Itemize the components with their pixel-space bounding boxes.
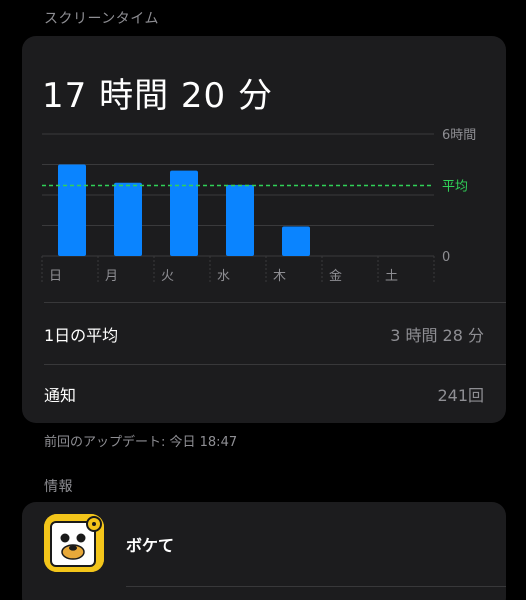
x-tick-label: 木 [273, 269, 286, 284]
screen-time-card[interactable]: 17 時間 20 分 日月火水木金土 6時間 0 平均 1日の平均 3 時間 28 分… [22, 36, 506, 423]
app-list-card: ボケて [22, 502, 506, 600]
bar-月[interactable] [114, 182, 142, 256]
weekly-usage-chart[interactable]: 日 月 火 水 木 金 土 6時間 0 平均 [22, 36, 506, 296]
x-tick-label: 月 [105, 269, 118, 284]
daily-average-label: 1日の平均 [44, 326, 119, 345]
notifications-label: 通知 [44, 386, 77, 405]
x-tick-label: 水 [217, 269, 230, 284]
boketeko-dog-icon[interactable] [44, 514, 104, 572]
y-tick-label: 0 [442, 250, 450, 265]
section-header-screen-time: スクリーンタイム [44, 11, 160, 27]
x-tick-label: 日 [49, 269, 62, 284]
app-name[interactable]: ボケて [126, 532, 174, 556]
notifications-row[interactable]: 通知 241回 [44, 364, 484, 424]
divider [44, 302, 506, 303]
x-tick-label: 土 [385, 269, 398, 284]
x-tick-label: 金 [329, 268, 342, 284]
section-header-info: 情報 [44, 479, 73, 495]
x-tick-label: 火 [161, 269, 174, 284]
bar-木[interactable] [282, 226, 310, 256]
notifications-value: 241回 [437, 386, 484, 405]
y-tick-label: 6時間 [442, 128, 476, 143]
last-updated-text: 前回のアップデート: 今日 18:47 [44, 435, 238, 450]
average-label: 平均 [442, 179, 468, 194]
daily-average-value: 3 時間 28 分 [390, 326, 484, 345]
daily-average-row: 1日の平均 3 時間 28 分 [44, 304, 484, 364]
bar-水[interactable] [226, 184, 254, 256]
bar-火[interactable] [170, 170, 198, 256]
screen-time-screen: スクリーンタイム 17 時間 20 分 日月火水木金土 6時間 0 平均 1日の平均 … [0, 0, 526, 600]
bar-日[interactable] [58, 164, 86, 257]
divider [126, 586, 506, 587]
